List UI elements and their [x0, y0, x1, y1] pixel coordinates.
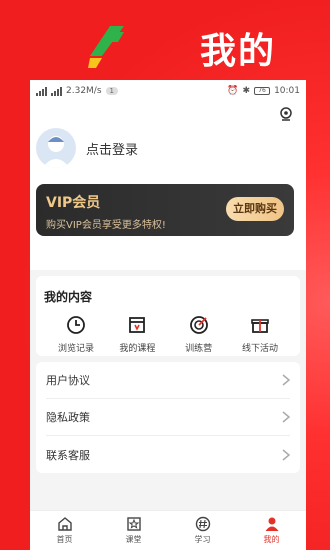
- my-content-title: 我的内容: [44, 290, 93, 304]
- vip-banner[interactable]: VIP会员 购买VIP会员享受更多特权! 立即购买: [36, 184, 294, 236]
- login-label[interactable]: 点击登录: [86, 139, 138, 158]
- chevron-right-icon: [282, 411, 290, 423]
- profile-header: 点击登录 VIP会员 购买VIP会员享受更多特权! 立即购买: [30, 102, 306, 270]
- signal-icon-2: [51, 86, 62, 96]
- login-entry[interactable]: 点击登录: [36, 128, 138, 168]
- content-item-label: 我的课程: [119, 344, 156, 354]
- course-icon: [129, 317, 146, 333]
- buy-vip-button[interactable]: 立即购买: [226, 197, 284, 221]
- tab-label: 学习: [194, 535, 211, 544]
- menu-item-label: 隐私政策: [46, 411, 90, 424]
- menu-item-privacy-policy[interactable]: 隐私政策: [46, 399, 290, 436]
- my-content-card: 我的内容 浏览记录 我的课程 训练营 线下活动: [36, 276, 300, 356]
- status-bar: 2.32M/s 1 ⏰ ✱ 76 10:01: [30, 80, 306, 102]
- bluetooth-icon: ✱: [242, 86, 251, 96]
- tab-label: 我的: [263, 535, 280, 544]
- content-item-history[interactable]: 浏览记录: [48, 315, 104, 354]
- alarm-icon: ⏰: [227, 86, 239, 96]
- target-icon: [189, 316, 208, 334]
- chevron-right-icon: [282, 374, 290, 386]
- tab-label: 首页: [56, 535, 73, 544]
- signal-icon: [36, 86, 47, 96]
- content-item-label: 训练营: [185, 344, 213, 354]
- phone-screen: 2.32M/s 1 ⏰ ✱ 76 10:01 点击登录 VIP会员 购买VIP会…: [30, 80, 306, 550]
- content-item-label: 浏览记录: [57, 344, 94, 354]
- avatar[interactable]: [36, 128, 76, 168]
- default-avatar-icon: [42, 136, 70, 168]
- app-logo-icon: [88, 26, 124, 68]
- content-item-offline[interactable]: 线下活动: [232, 315, 288, 354]
- hash-icon: [195, 516, 210, 532]
- tab-study[interactable]: 学习: [178, 516, 228, 545]
- menu-item-label: 联系客服: [46, 448, 90, 462]
- content-item-label: 线下活动: [241, 344, 278, 354]
- content-item-camp[interactable]: 训练营: [171, 315, 227, 354]
- clock-icon: [67, 316, 85, 334]
- user-icon: [265, 517, 278, 531]
- classroom-icon: [126, 517, 141, 531]
- tab-mine[interactable]: 我的: [247, 516, 297, 545]
- promo-title: 我的: [200, 31, 277, 72]
- content-item-courses[interactable]: 我的课程: [109, 315, 165, 354]
- settings-menu: 用户协议 隐私政策 联系客服: [36, 362, 300, 473]
- content-grid: 浏览记录 我的课程 训练营 线下活动: [44, 315, 292, 354]
- network-speed: 2.32M/s: [66, 86, 102, 96]
- clock-time: 10:01: [274, 86, 300, 96]
- gift-icon: [251, 319, 269, 333]
- notification-badge: 1: [105, 87, 118, 95]
- settings-icon[interactable]: [278, 106, 294, 122]
- tab-label: 课堂: [125, 535, 142, 544]
- battery-icon: 76: [254, 87, 271, 95]
- menu-item-user-agreement[interactable]: 用户协议: [46, 362, 290, 399]
- bottom-tab-bar: 首页 课堂 学习 我的: [30, 510, 306, 550]
- menu-item-label: 用户协议: [46, 374, 90, 387]
- home-icon: [57, 517, 72, 531]
- tab-home[interactable]: 首页: [40, 516, 90, 545]
- menu-item-customer-service[interactable]: 联系客服: [46, 436, 290, 473]
- tab-classroom[interactable]: 课堂: [109, 516, 159, 545]
- chevron-right-icon: [282, 448, 290, 461]
